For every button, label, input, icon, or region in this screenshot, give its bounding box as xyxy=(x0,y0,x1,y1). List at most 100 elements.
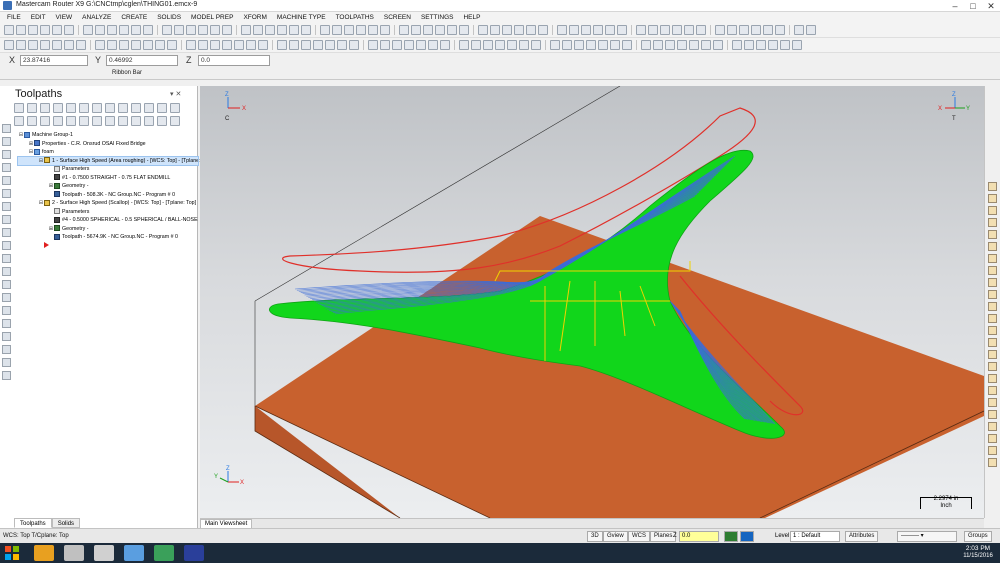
right-tool-24-icon[interactable] xyxy=(988,458,997,467)
toolbar-tool-41-icon[interactable] xyxy=(526,25,536,35)
toolbar2-tool-39-icon[interactable] xyxy=(495,40,505,50)
toolbar2-tool-10-icon[interactable] xyxy=(119,40,129,50)
toolbar-tool-3-icon[interactable] xyxy=(28,25,38,35)
insert-arrow-icon[interactable] xyxy=(44,242,49,248)
toolbar2-tool-30-icon[interactable] xyxy=(380,40,390,50)
toolbar-tool-30-icon[interactable] xyxy=(380,25,390,35)
toolbar2-tool-47-icon[interactable] xyxy=(598,40,608,50)
toolbar2-tool-12-icon[interactable] xyxy=(143,40,153,50)
toolbar-tool-44-icon[interactable] xyxy=(569,25,579,35)
tree-node[interactable]: #1 - 0.7500 STRAIGHT - 0.75 FLAT ENDMILL xyxy=(18,174,198,183)
toolbar-tool-47-icon[interactable] xyxy=(605,25,615,35)
toolbar2-tool-16-icon[interactable] xyxy=(198,40,208,50)
side-tool-7-icon[interactable] xyxy=(2,202,11,211)
toolbar-tool-48-icon[interactable] xyxy=(617,25,627,35)
toolbar2-tool-46-icon[interactable] xyxy=(586,40,596,50)
toolbar-tool-9-icon[interactable] xyxy=(107,25,117,35)
toolbar2-tool-51-icon[interactable] xyxy=(653,40,663,50)
line-style-select[interactable]: ——— ▾ xyxy=(897,531,957,542)
toolbar2-tool-62-icon[interactable] xyxy=(792,40,802,50)
toolbar-tool-57-icon[interactable] xyxy=(739,25,749,35)
toolbar-tool-33-icon[interactable] xyxy=(423,25,433,35)
toolbar2-tool-3-icon[interactable] xyxy=(28,40,38,50)
tab-solids[interactable]: Solids xyxy=(51,518,81,528)
toolbar-tool-40-icon[interactable] xyxy=(514,25,524,35)
tree-node[interactable]: ⊟ foam xyxy=(18,148,198,157)
toolbar2-tool-19-icon[interactable] xyxy=(234,40,244,50)
right-tool-18-icon[interactable] xyxy=(988,386,997,395)
manager-tool-4-icon[interactable] xyxy=(53,103,63,113)
toolbar-tool-19-icon[interactable] xyxy=(241,25,251,35)
mastercam-icon[interactable] xyxy=(64,545,84,561)
panel-controls[interactable]: ▾ ✕ xyxy=(170,90,181,98)
z-depth-field[interactable]: 0.0 xyxy=(679,531,719,542)
toolbar2-tool-35-icon[interactable] xyxy=(440,40,450,50)
side-tool-17-icon[interactable] xyxy=(2,332,11,341)
menu-edit[interactable]: EDIT xyxy=(26,12,51,23)
right-tool-14-icon[interactable] xyxy=(988,338,997,347)
manager-tool-11-icon[interactable] xyxy=(144,103,154,113)
toolbar2-tool-43-icon[interactable] xyxy=(550,40,560,50)
menu-file[interactable]: FILE xyxy=(2,12,26,23)
toolbar2-tool-41-icon[interactable] xyxy=(519,40,529,50)
maximize-icon[interactable]: □ xyxy=(964,0,982,12)
toolbar2-tool-44-icon[interactable] xyxy=(562,40,572,50)
menu-create[interactable]: CREATE xyxy=(116,12,152,23)
toolbar2-tool-40-icon[interactable] xyxy=(507,40,517,50)
toolbar-tool-6-icon[interactable] xyxy=(64,25,74,35)
color-swatch-icon[interactable] xyxy=(724,531,738,542)
toolbar-tool-27-icon[interactable] xyxy=(344,25,354,35)
right-tool-2-icon[interactable] xyxy=(988,194,997,203)
side-tool-4-icon[interactable] xyxy=(2,163,11,172)
toolbar2-tool-49-icon[interactable] xyxy=(622,40,632,50)
toolbar2-tool-25-icon[interactable] xyxy=(313,40,323,50)
toolbar-tool-49-icon[interactable] xyxy=(636,25,646,35)
right-tool-22-icon[interactable] xyxy=(988,434,997,443)
attributes-button[interactable]: Attributes xyxy=(845,531,879,542)
right-tool-17-icon[interactable] xyxy=(988,374,997,383)
toolbar-tool-18-icon[interactable] xyxy=(222,25,232,35)
toolbar-tool-43-icon[interactable] xyxy=(557,25,567,35)
toolbar-tool-35-icon[interactable] xyxy=(447,25,457,35)
toolbar-tool-28-icon[interactable] xyxy=(356,25,366,35)
toolbar2-tool-56-icon[interactable] xyxy=(713,40,723,50)
menu-toolpaths[interactable]: TOOLPATHS xyxy=(331,12,379,23)
side-tool-19-icon[interactable] xyxy=(2,358,11,367)
x-coordinate-field[interactable]: 23.87416 xyxy=(20,55,88,66)
tree-node[interactable]: ⊞ Properties - C.R. Onsrud OSAI Fixed Bri… xyxy=(18,140,198,149)
tree-node[interactable]: ⊟ 1 - Surface High Speed (Area roughing) … xyxy=(17,155,212,166)
side-tool-10-icon[interactable] xyxy=(2,241,11,250)
toolbar2-tool-4-icon[interactable] xyxy=(40,40,50,50)
toolbar-tool-61-icon[interactable] xyxy=(794,25,804,35)
toolbar2-tool-31-icon[interactable] xyxy=(392,40,402,50)
toolbar2-tool-33-icon[interactable] xyxy=(416,40,426,50)
toolbar2-tool-50-icon[interactable] xyxy=(641,40,651,50)
clock-date[interactable]: 11/15/2016 xyxy=(956,553,1000,559)
tree-node[interactable]: ⊞ Geometry - xyxy=(18,182,198,191)
toolbar-tool-23-icon[interactable] xyxy=(289,25,299,35)
toolbar2-tool-55-icon[interactable] xyxy=(701,40,711,50)
toolbar-tool-38-icon[interactable] xyxy=(490,25,500,35)
toolbar2-tool-37-icon[interactable] xyxy=(471,40,481,50)
toolbar-tool-36-icon[interactable] xyxy=(459,25,469,35)
chrome-icon[interactable] xyxy=(34,545,54,561)
side-tool-6-icon[interactable] xyxy=(2,189,11,198)
toolbar2-tool-15-icon[interactable] xyxy=(186,40,196,50)
toolbar-tool-15-icon[interactable] xyxy=(186,25,196,35)
app-icon[interactable] xyxy=(154,545,174,561)
toolbar2-tool-17-icon[interactable] xyxy=(210,40,220,50)
tab-toolpaths[interactable]: Toolpaths xyxy=(14,518,52,528)
right-tool-10-icon[interactable] xyxy=(988,290,997,299)
right-tool-7-icon[interactable] xyxy=(988,254,997,263)
menu-settings[interactable]: SETTINGS xyxy=(416,12,459,23)
manager-tool-13-icon[interactable] xyxy=(170,103,180,113)
level-select[interactable]: 1 : Default xyxy=(790,531,840,542)
toolbar-tool-50-icon[interactable] xyxy=(648,25,658,35)
manager-tool-row2-9-icon[interactable] xyxy=(118,116,128,126)
toolbar2-tool-29-icon[interactable] xyxy=(368,40,378,50)
right-tool-3-icon[interactable] xyxy=(988,206,997,215)
tree-node[interactable]: ⊞ Geometry - xyxy=(18,225,198,234)
side-tool-18-icon[interactable] xyxy=(2,345,11,354)
toolbar2-tool-61-icon[interactable] xyxy=(780,40,790,50)
graphics-viewport[interactable]: Z X C Z X Y T Z X Y xyxy=(200,86,984,518)
